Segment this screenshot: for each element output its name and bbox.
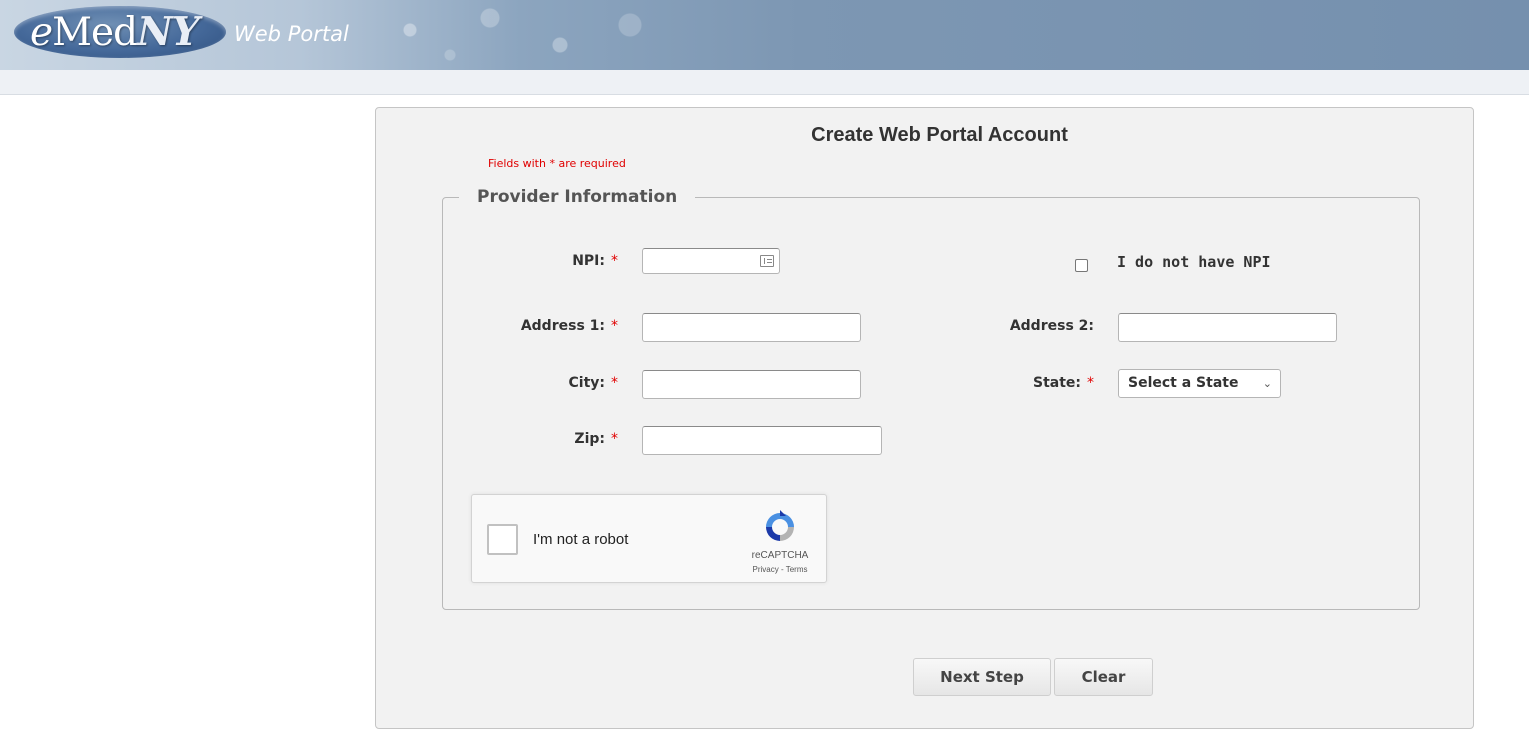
address2-label: Address 2: bbox=[1009, 318, 1094, 334]
no-npi-checkbox[interactable] bbox=[1075, 259, 1088, 272]
logo-med: Med bbox=[52, 10, 138, 55]
next-step-button[interactable]: Next Step bbox=[913, 658, 1051, 696]
address2-input[interactable] bbox=[1118, 313, 1337, 342]
create-account-panel: Create Web Portal Account Fields with * … bbox=[375, 107, 1474, 729]
required-fields-note: Fields with * are required bbox=[488, 157, 626, 170]
state-label: State: bbox=[1032, 375, 1081, 391]
page-title: Create Web Portal Account bbox=[811, 124, 1068, 146]
zip-required-star: * bbox=[611, 431, 618, 447]
state-label-wrap: State: * bbox=[960, 375, 1094, 391]
state-select-value: Select a State bbox=[1128, 375, 1239, 391]
state-select[interactable]: Select a State ⌄ bbox=[1118, 369, 1281, 398]
recaptcha-widget: I'm not a robot reCAPTCHA Privacy - Term… bbox=[471, 494, 827, 583]
banner-decoration bbox=[370, 0, 700, 70]
provider-information-legend: Provider Information bbox=[477, 187, 678, 207]
npi-required-star: * bbox=[611, 253, 618, 269]
zip-label: Zip: bbox=[574, 431, 605, 447]
city-input[interactable] bbox=[642, 370, 861, 399]
recaptcha-privacy-terms-links[interactable]: Privacy - Terms bbox=[738, 565, 822, 574]
city-required-star: * bbox=[611, 375, 618, 391]
recaptcha-label: I'm not a robot bbox=[533, 531, 629, 548]
city-label: City: bbox=[568, 375, 606, 391]
address1-label-wrap: Address 1: * bbox=[470, 318, 618, 334]
city-label-wrap: City: * bbox=[470, 375, 619, 391]
chevron-down-icon: ⌄ bbox=[1262, 377, 1272, 390]
zip-label-wrap: Zip: * bbox=[470, 431, 618, 447]
contact-card-icon bbox=[760, 255, 774, 267]
npi-label: NPI: bbox=[572, 253, 605, 269]
logo-text: eMedNY bbox=[30, 9, 200, 55]
header-subbar bbox=[0, 70, 1529, 95]
clear-button[interactable]: Clear bbox=[1054, 658, 1153, 696]
recaptcha-brand: reCAPTCHA bbox=[751, 550, 809, 561]
logo-e: e bbox=[30, 10, 53, 55]
recaptcha-checkbox[interactable] bbox=[487, 524, 518, 555]
zip-input[interactable] bbox=[642, 426, 882, 455]
no-npi-label: I do not have NPI bbox=[1117, 253, 1271, 271]
address1-label: Address 1: bbox=[520, 318, 605, 334]
address1-required-star: * bbox=[611, 318, 618, 334]
header-banner: eMedNY Web Portal bbox=[0, 0, 1529, 70]
npi-label-wrap: NPI: * bbox=[470, 253, 618, 269]
recaptcha-logo-icon bbox=[766, 510, 794, 541]
state-required-star: * bbox=[1087, 375, 1094, 391]
address1-input[interactable] bbox=[642, 313, 861, 342]
logo-ny: NY bbox=[137, 9, 199, 55]
web-portal-subtitle: Web Portal bbox=[234, 22, 349, 46]
